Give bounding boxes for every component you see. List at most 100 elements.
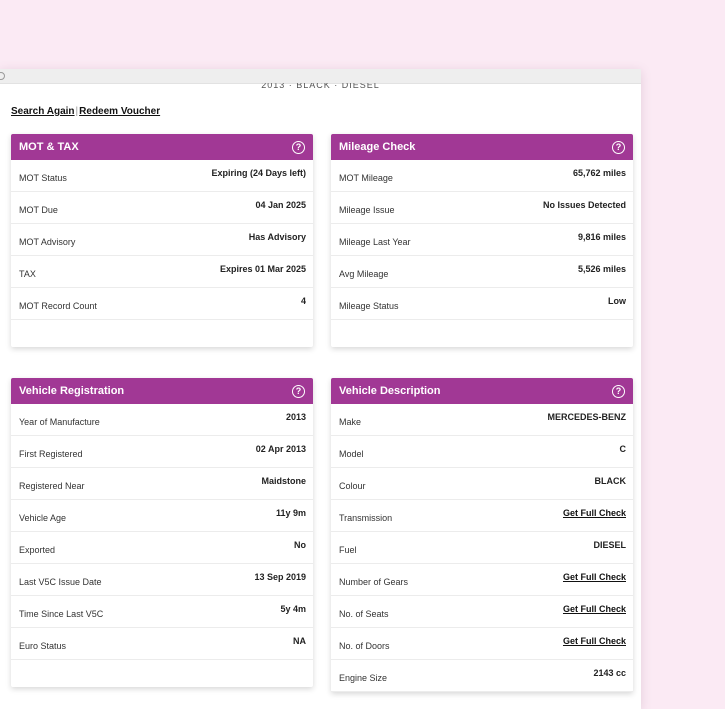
row-label: Time Since Last V5C — [19, 609, 104, 619]
table-row: MOT Due 04 Jan 2025 — [11, 192, 313, 224]
browser-window: 2013 · BLACK · DIESEL Search Again|Redee… — [0, 69, 641, 709]
row-label: Colour — [339, 481, 366, 491]
row-value: 5,526 miles — [577, 264, 626, 274]
row-value: Has Advisory — [248, 232, 306, 242]
row-label: No. of Seats — [339, 609, 389, 619]
card-title: MOT & TAX — [19, 141, 79, 153]
table-row: Mileage Status Low — [331, 288, 633, 320]
table-row: Colour BLACK — [331, 468, 633, 500]
row-label: Model — [339, 449, 364, 459]
action-links: Search Again|Redeem Voucher — [11, 106, 160, 117]
row-value: 02 Apr 2013 — [255, 444, 306, 454]
row-value: 9,816 miles — [577, 232, 626, 242]
table-row: No. of Doors Get Full Check — [331, 628, 633, 660]
table-row: Avg Mileage 5,526 miles — [331, 256, 633, 288]
card-padding — [11, 660, 313, 687]
row-value: MERCEDES-BENZ — [547, 412, 626, 422]
row-label: MOT Status — [19, 173, 67, 183]
card-title: Vehicle Registration — [19, 385, 125, 397]
row-label: TAX — [19, 269, 36, 279]
table-row: Make MERCEDES-BENZ — [331, 404, 633, 436]
table-row: Model C — [331, 436, 633, 468]
row-label: Avg Mileage — [339, 269, 389, 279]
table-row: Year of Manufacture 2013 — [11, 404, 313, 436]
table-row: Engine Size 2143 cc — [331, 660, 633, 692]
window-control-icon[interactable] — [0, 72, 5, 80]
row-label: Last V5C Issue Date — [19, 577, 102, 587]
row-value: Expires 01 Mar 2025 — [219, 264, 306, 274]
row-label: Year of Manufacture — [19, 417, 100, 427]
registration-header: Vehicle Registration ? — [11, 378, 313, 404]
row-value: 13 Sep 2019 — [254, 572, 306, 582]
row-label: Mileage Issue — [339, 205, 395, 215]
help-icon[interactable]: ? — [292, 140, 305, 154]
row-label: MOT Due — [19, 205, 58, 215]
get-full-check-link[interactable]: Get Full Check — [563, 636, 626, 646]
help-icon[interactable]: ? — [612, 384, 625, 398]
row-value: No — [294, 540, 306, 550]
row-value: NA — [293, 636, 306, 646]
row-value: Maidstone — [261, 476, 306, 486]
row-value: C — [619, 444, 627, 454]
row-label: Vehicle Age — [19, 513, 67, 523]
table-row: Last V5C Issue Date 13 Sep 2019 — [11, 564, 313, 596]
redeem-voucher-link[interactable]: Redeem Voucher — [79, 106, 160, 117]
description-card: Vehicle Description ? Make MERCEDES-BENZ … — [331, 378, 633, 692]
table-row: Vehicle Age 11y 9m — [11, 500, 313, 532]
table-row: Fuel DIESEL — [331, 532, 633, 564]
get-full-check-link[interactable]: Get Full Check — [563, 604, 626, 614]
row-value: Low — [608, 296, 626, 306]
table-row: Time Since Last V5C 5y 4m — [11, 596, 313, 628]
search-again-link[interactable]: Search Again — [11, 106, 75, 117]
mileage-header: Mileage Check ? — [331, 134, 633, 160]
table-row: MOT Record Count 4 — [11, 288, 313, 320]
mot-tax-header: MOT & TAX ? — [11, 134, 313, 160]
row-value: 4 — [300, 296, 306, 306]
table-row: Registered Near Maidstone — [11, 468, 313, 500]
get-full-check-link[interactable]: Get Full Check — [563, 572, 626, 582]
row-label: No. of Doors — [339, 641, 390, 651]
table-row: Number of Gears Get Full Check — [331, 564, 633, 596]
row-label: Euro Status — [19, 641, 67, 651]
row-label: First Registered — [19, 449, 83, 459]
row-value: No Issues Detected — [542, 200, 626, 210]
table-row: Mileage Issue No Issues Detected — [331, 192, 633, 224]
row-label: Number of Gears — [339, 577, 409, 587]
row-value: 11y 9m — [275, 508, 306, 518]
row-value: DIESEL — [593, 540, 626, 550]
row-label: Exported — [19, 545, 56, 555]
table-row: MOT Mileage 65,762 miles — [331, 160, 633, 192]
vehicle-summary: 2013 · BLACK · DIESEL — [261, 83, 380, 90]
row-value: 2143 cc — [593, 668, 626, 678]
row-value: 65,762 miles — [572, 168, 626, 178]
table-row: Euro Status NA — [11, 628, 313, 660]
row-value: 04 Jan 2025 — [255, 200, 306, 210]
table-row: Mileage Last Year 9,816 miles — [331, 224, 633, 256]
row-label: Engine Size — [339, 673, 388, 683]
table-row: Exported No — [11, 532, 313, 564]
help-icon[interactable]: ? — [292, 384, 305, 398]
table-row: First Registered 02 Apr 2013 — [11, 436, 313, 468]
get-full-check-link[interactable]: Get Full Check — [563, 508, 626, 518]
window-titlebar — [0, 69, 641, 84]
card-title: Vehicle Description — [339, 385, 441, 397]
card-title: Mileage Check — [339, 141, 416, 153]
row-value: 2013 — [285, 412, 306, 422]
card-padding — [11, 320, 313, 347]
table-row: No. of Seats Get Full Check — [331, 596, 633, 628]
mot-tax-card: MOT & TAX ? MOT Status Expiring (24 Days … — [11, 134, 313, 347]
row-value: Expiring (24 Days left) — [211, 168, 306, 178]
registration-card: Vehicle Registration ? Year of Manufactu… — [11, 378, 313, 687]
table-row: TAX Expires 01 Mar 2025 — [11, 256, 313, 288]
row-label: MOT Advisory — [19, 237, 76, 247]
row-label: MOT Record Count — [19, 301, 97, 311]
help-icon[interactable]: ? — [612, 140, 625, 154]
table-row: MOT Advisory Has Advisory — [11, 224, 313, 256]
card-padding — [331, 320, 633, 347]
row-value: 5y 4m — [280, 604, 306, 614]
table-row: MOT Status Expiring (24 Days left) — [11, 160, 313, 192]
row-value: BLACK — [594, 476, 627, 486]
row-label: Make — [339, 417, 362, 427]
row-label: Transmission — [339, 513, 393, 523]
description-header: Vehicle Description ? — [331, 378, 633, 404]
